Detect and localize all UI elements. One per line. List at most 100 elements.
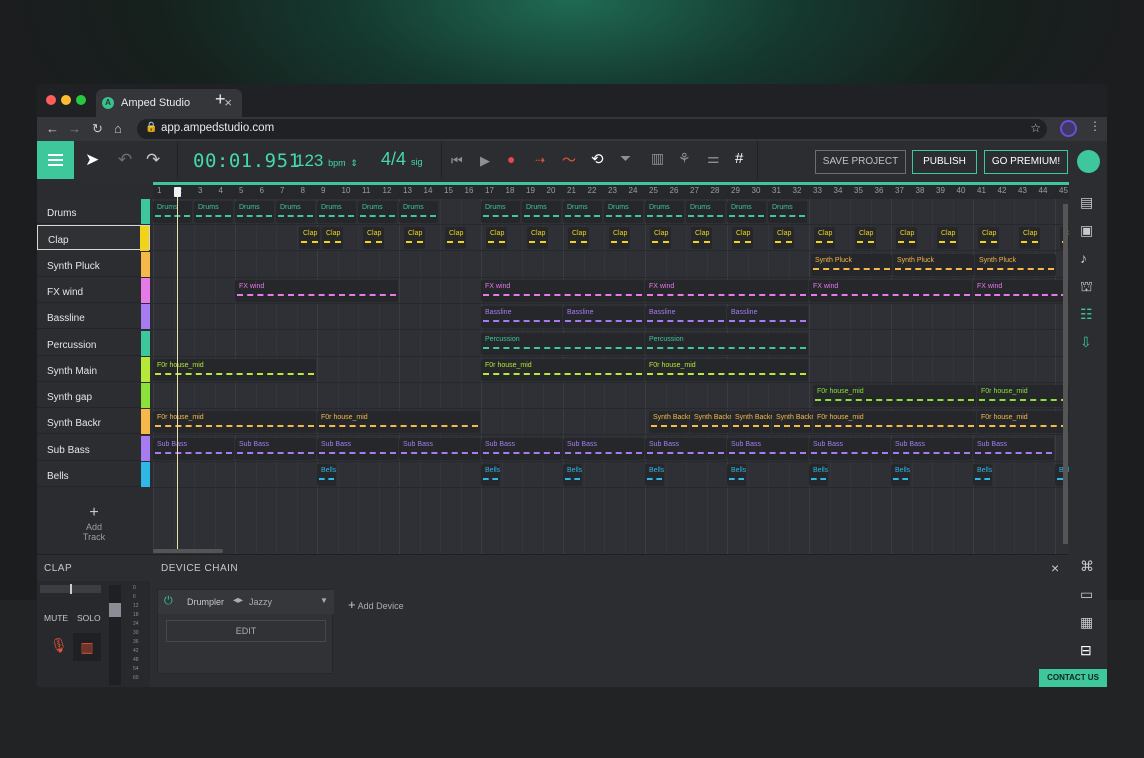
bookmark-star-icon[interactable]: ☆ — [1030, 121, 1041, 135]
preset-dropdown-icon[interactable]: ▼ — [320, 596, 328, 605]
audio-clip[interactable]: Synth Pluck — [975, 253, 1056, 276]
pointer-tool-icon[interactable]: ➤ — [85, 150, 99, 170]
vertical-scrollbar[interactable] — [1063, 204, 1068, 544]
audio-clip[interactable]: Clap — [732, 227, 753, 250]
audio-clip[interactable]: FX wind — [235, 279, 398, 302]
reload-icon[interactable]: ↻ — [92, 121, 103, 137]
audio-clip[interactable]: Clap — [363, 227, 384, 250]
audio-clip[interactable]: Drums — [645, 201, 684, 223]
add-track-button[interactable]: + Add Track — [75, 504, 113, 542]
audio-clip[interactable]: Drums — [727, 201, 766, 223]
audio-clip[interactable]: Clap — [650, 227, 671, 250]
user-avatar[interactable] — [1077, 150, 1100, 173]
back-icon[interactable]: ← — [46, 121, 59, 136]
audio-clip[interactable]: Clap — [568, 227, 589, 250]
import-icon[interactable]: ⇩ — [1080, 334, 1092, 351]
hamburger-menu-icon[interactable] — [37, 141, 74, 179]
redo-icon[interactable]: ↷ — [146, 150, 160, 170]
track-header[interactable]: FX wind — [37, 277, 150, 303]
editor-icon[interactable]: ▭ — [1080, 586, 1093, 603]
audio-clip[interactable]: Drums — [153, 201, 192, 223]
audio-clip[interactable]: Drums — [686, 201, 725, 223]
track-header[interactable]: Drums — [37, 199, 150, 224]
audio-clip[interactable]: Synth Pluck — [811, 253, 892, 276]
audio-clip[interactable]: Sub Bass — [399, 437, 480, 460]
time-signature[interactable]: 4/4 sig — [381, 149, 423, 170]
audio-clip[interactable]: Clap — [1019, 227, 1040, 250]
track-header[interactable]: Synth Backr — [37, 409, 150, 435]
audio-clip[interactable]: Sub Bass — [973, 437, 1054, 460]
keyboard-icon[interactable]: ▦ — [1080, 614, 1093, 631]
audio-clip[interactable]: Clap — [445, 227, 466, 250]
bpm-stepper-icon[interactable]: ⇕ — [350, 158, 358, 168]
save-project-button[interactable]: SAVE PROJECT — [815, 150, 906, 174]
audio-clip[interactable]: Synth Backr — [731, 411, 773, 434]
audio-clip[interactable]: F0r house_mid — [977, 385, 1069, 408]
instrument-keys-icon[interactable]: ▥ — [73, 633, 101, 661]
audio-clip[interactable]: Drums — [276, 201, 315, 223]
close-panel-icon[interactable]: × — [1051, 560, 1059, 576]
loop-icon[interactable]: ⟲ — [591, 150, 604, 168]
audio-clip[interactable]: Sub Bass — [645, 437, 726, 460]
notes-icon[interactable]: ▤ — [1080, 194, 1093, 211]
audio-clip[interactable]: Clap — [814, 227, 835, 250]
playhead-handle[interactable] — [174, 187, 181, 197]
profile-avatar[interactable] — [1060, 120, 1077, 137]
maximize-window-dot[interactable] — [76, 95, 86, 105]
audio-clip[interactable]: Sub Bass — [809, 437, 890, 460]
metronome-icon[interactable]: ⏷ — [620, 150, 631, 167]
audio-clip[interactable]: Clap — [486, 227, 507, 250]
audio-clip[interactable]: Drums — [768, 201, 807, 223]
audio-clip[interactable]: Synth Backr — [649, 411, 691, 434]
publish-button[interactable]: PUBLISH — [912, 150, 977, 174]
preset-arrows-icon[interactable]: ◂▸ — [233, 595, 243, 606]
audio-clip[interactable]: Drums — [399, 201, 438, 223]
audio-clip[interactable]: FX wind — [645, 279, 808, 302]
power-icon[interactable]: ⏻ — [164, 595, 173, 608]
bpm-display[interactable]: 123 bpm ⇕ — [295, 151, 358, 171]
automation-icon[interactable]: 〜 — [562, 150, 576, 170]
audio-clip[interactable]: Drums — [563, 201, 602, 223]
audio-clip[interactable]: Clap — [322, 227, 343, 250]
audio-clip[interactable]: Bassline — [727, 306, 808, 329]
record-icon[interactable]: ● — [507, 151, 515, 167]
track-header[interactable]: Synth gap — [37, 383, 150, 409]
audio-clip[interactable]: Drums — [235, 201, 274, 223]
audio-clip[interactable]: Sub Bass — [891, 437, 972, 460]
browser-menu-icon[interactable]: ⋮ — [1089, 119, 1101, 133]
audio-clip[interactable]: Synth Pluck — [893, 253, 974, 276]
audio-clip[interactable]: Drums — [194, 201, 233, 223]
audio-clip[interactable]: Percussion — [645, 332, 808, 355]
arrangement-grid[interactable]: Drums Drums Drums Drums Drums Drums Drums Drums… — [153, 199, 1069, 554]
audio-clip[interactable]: Clap — [299, 227, 320, 250]
audio-clip[interactable]: Clap — [773, 227, 794, 250]
audio-clip[interactable]: F0r house_mid — [481, 358, 644, 381]
preset-select[interactable]: Jazzy — [249, 597, 272, 607]
instrument-icon[interactable]: ♪ — [1080, 250, 1087, 266]
audio-clip[interactable]: Bassline — [563, 306, 644, 329]
audio-clip[interactable]: Sub Bass — [235, 437, 316, 460]
contact-us-button[interactable]: CONTACT US — [1039, 669, 1107, 687]
audio-clip[interactable]: Bells — [973, 464, 992, 486]
audio-clip[interactable]: Synth Backr — [772, 411, 814, 434]
track-header[interactable]: Sub Bass — [37, 435, 150, 461]
play-icon[interactable]: ▶ — [480, 153, 490, 169]
audio-clip[interactable]: F0r house_mid — [645, 358, 808, 381]
snap-grid-icon[interactable]: # — [735, 150, 743, 167]
device-chain-icon[interactable]: ⊟ — [1080, 642, 1092, 659]
forward-icon[interactable]: → — [68, 121, 81, 136]
audio-clip[interactable]: Bassline — [645, 306, 726, 329]
audio-clip[interactable]: Sub Bass — [563, 437, 644, 460]
audio-clip[interactable]: FX wind — [809, 279, 972, 302]
audio-clip[interactable]: Sub Bass — [481, 437, 562, 460]
track-header[interactable]: Percussion — [37, 330, 150, 356]
audio-clip[interactable]: Synth Backr — [690, 411, 732, 434]
audio-clip[interactable]: Bells — [563, 464, 582, 486]
audio-clip[interactable]: Clap — [978, 227, 999, 250]
volume-fader[interactable] — [109, 585, 121, 685]
audio-clip[interactable]: Bells — [645, 464, 664, 486]
track-header[interactable]: Bells — [37, 462, 150, 487]
audio-clip[interactable]: F0r house_mid — [977, 411, 1069, 434]
audio-clip[interactable]: F0r house_mid — [813, 385, 976, 408]
track-header[interactable]: Bassline — [37, 304, 150, 330]
